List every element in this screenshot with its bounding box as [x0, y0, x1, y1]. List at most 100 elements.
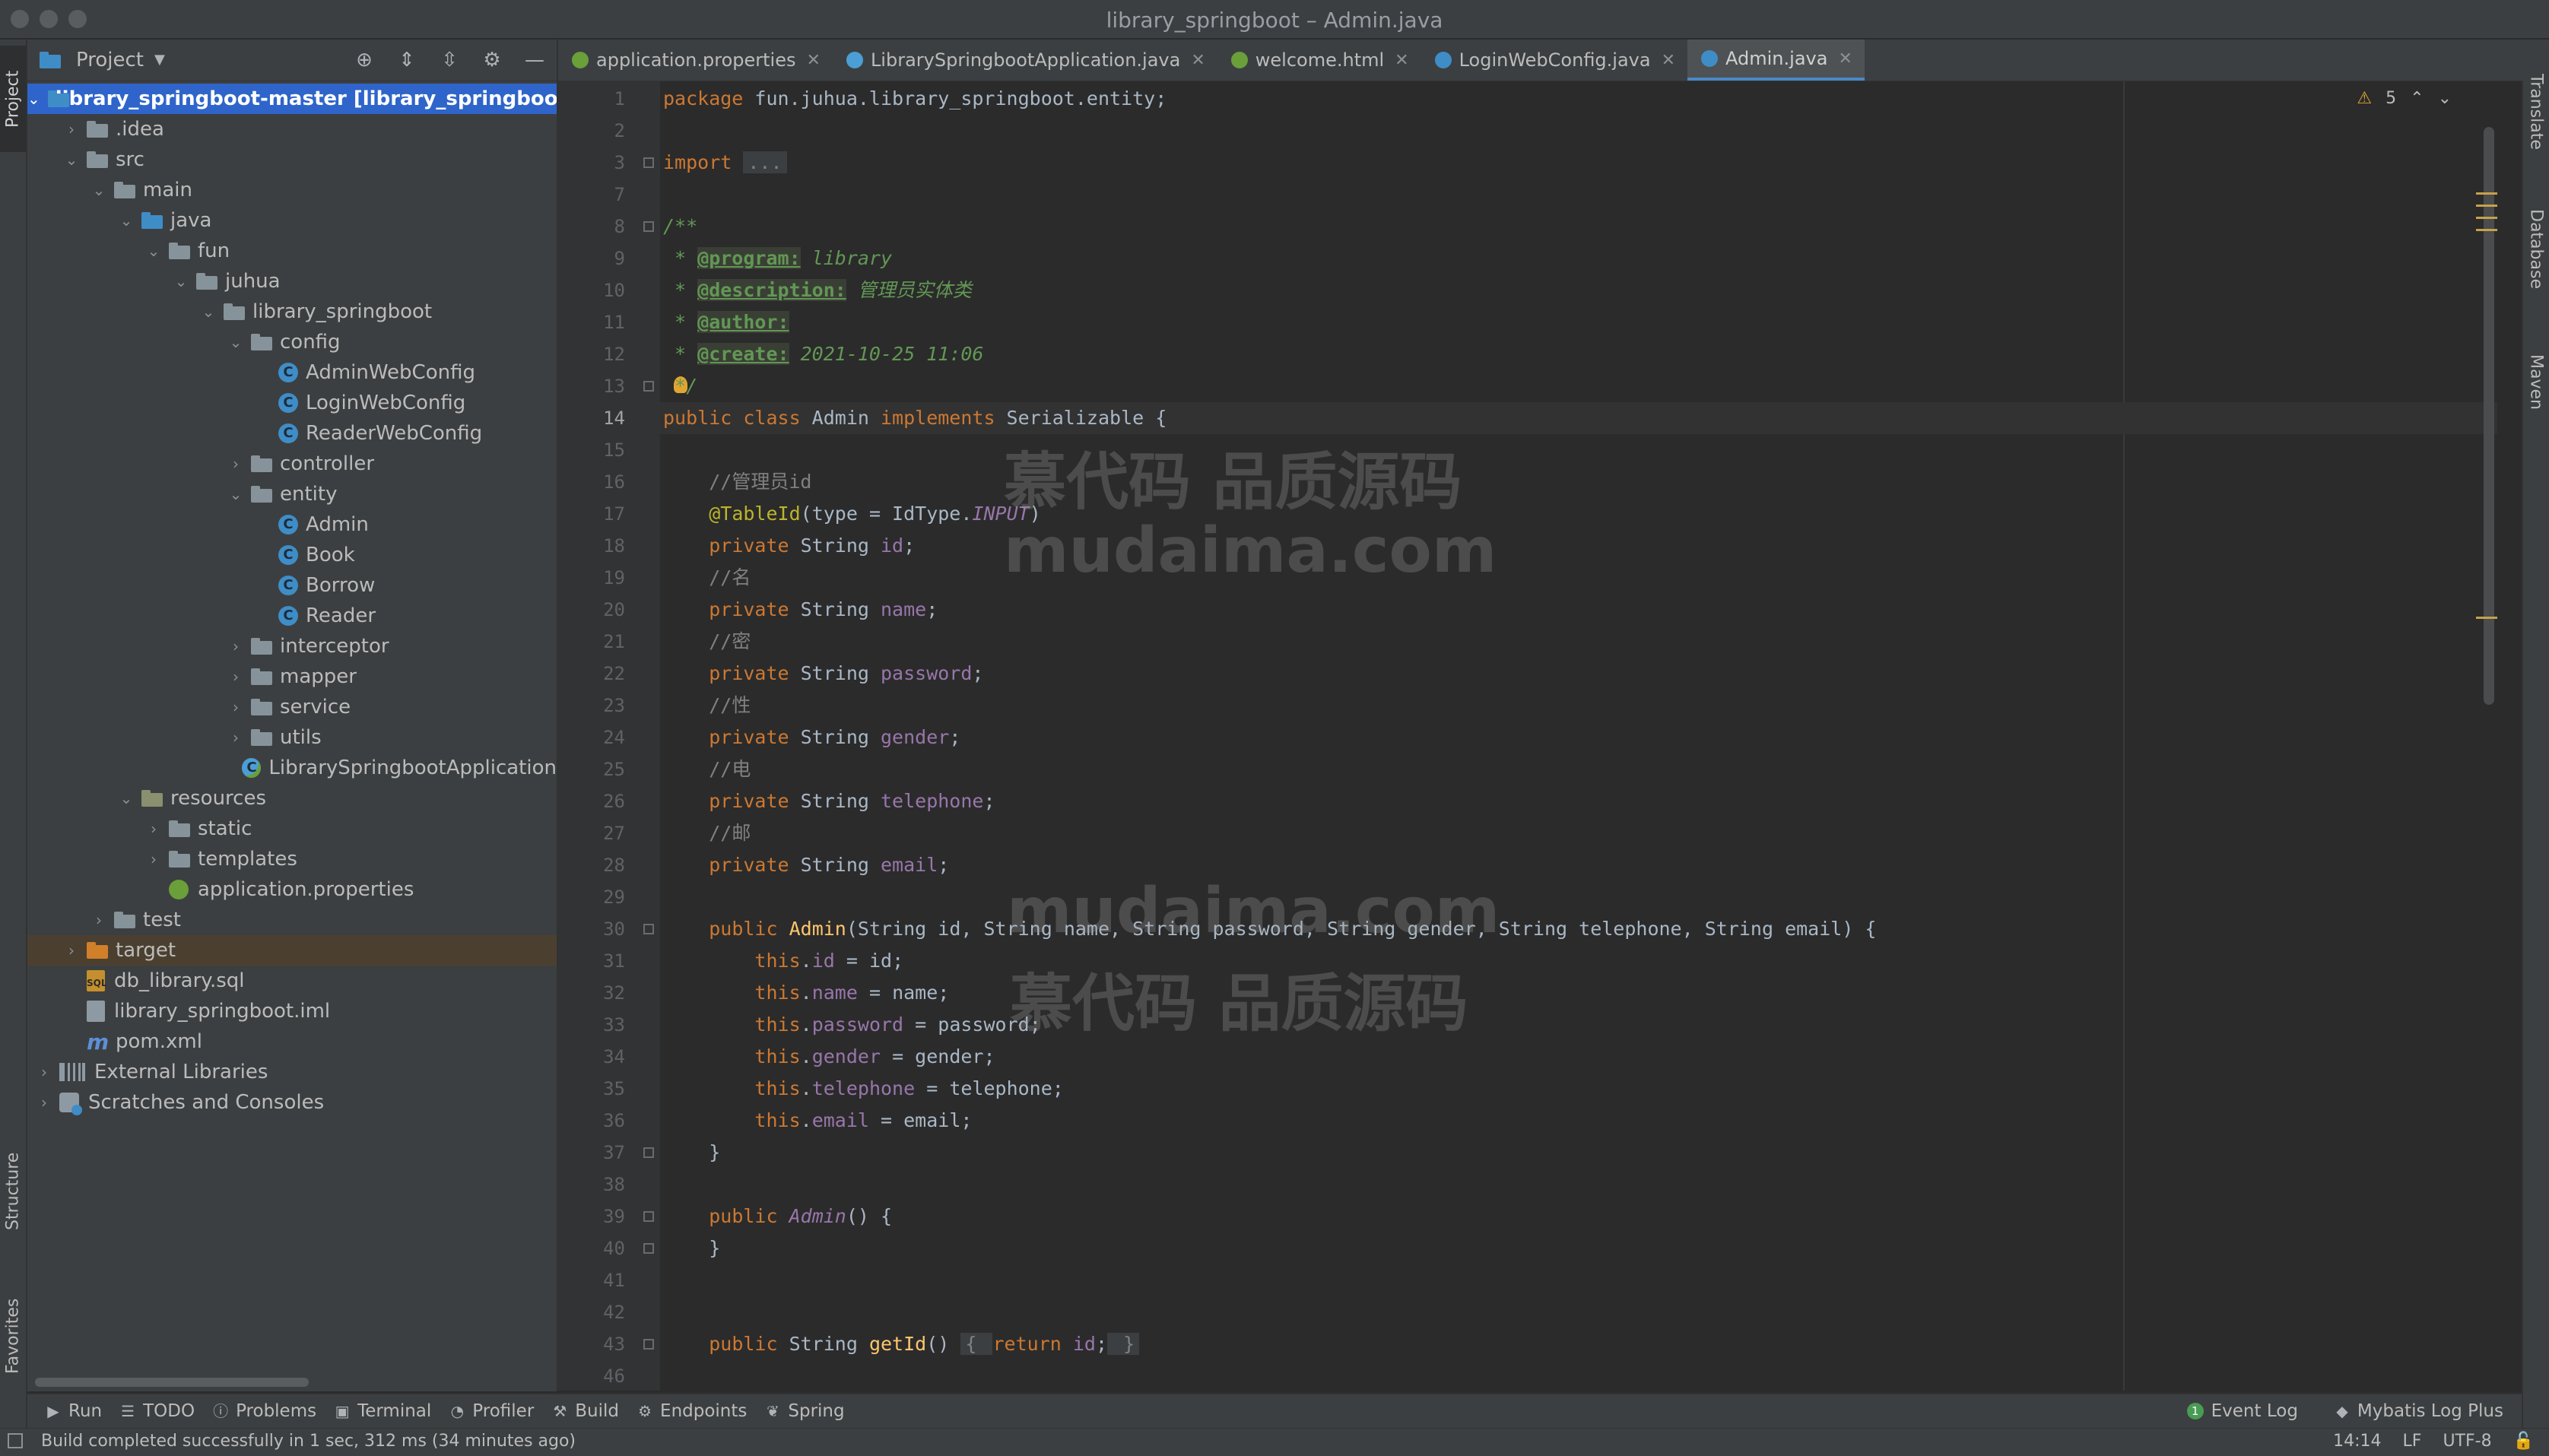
- favorites-tool-tab[interactable]: Favorites: [0, 1279, 26, 1393]
- tree-item[interactable]: SQL db_library.sql: [27, 966, 557, 996]
- tree-item[interactable]: ⌄ fun: [27, 236, 557, 266]
- line-number[interactable]: 43: [558, 1328, 625, 1360]
- fold-marker-icon[interactable]: [643, 381, 654, 392]
- chevron-down-icon[interactable]: ⌄: [64, 152, 79, 167]
- fold-marker-icon[interactable]: [643, 1243, 654, 1254]
- line-number[interactable]: 9: [558, 243, 625, 274]
- chevron-right-icon[interactable]: ›: [37, 1095, 52, 1110]
- code-line[interactable]: public class Admin implements Serializab…: [663, 402, 1167, 434]
- project-horizontal-scrollbar[interactable]: [35, 1378, 309, 1387]
- error-stripe-mark[interactable]: [2476, 192, 2497, 195]
- tree-item[interactable]: C AdminWebConfig: [27, 357, 557, 388]
- line-number[interactable]: 28: [558, 849, 625, 881]
- line-number[interactable]: 33: [558, 1009, 625, 1041]
- tree-item[interactable]: › static: [27, 814, 557, 844]
- tree-item[interactable]: ⌄ library_springboot-master [library_spri…: [27, 84, 557, 114]
- line-number[interactable]: 26: [558, 785, 625, 817]
- fold-marker-icon[interactable]: [643, 1211, 654, 1222]
- line-number[interactable]: 8: [558, 211, 625, 243]
- chevron-right-icon[interactable]: ›: [64, 122, 79, 137]
- tree-item[interactable]: › templates: [27, 844, 557, 874]
- line-number[interactable]: 40: [558, 1232, 625, 1264]
- chevron-right-icon[interactable]: ›: [146, 852, 161, 867]
- code-line[interactable]: this.gender = gender;: [663, 1041, 995, 1073]
- chevron-down-icon[interactable]: ⌄: [91, 182, 106, 198]
- error-stripe-mark[interactable]: [2476, 205, 2497, 207]
- tree-item[interactable]: ⌄ resources: [27, 783, 557, 814]
- tree-item[interactable]: C Admin: [27, 509, 557, 540]
- line-number[interactable]: 12: [558, 338, 625, 370]
- editor-tab[interactable]: application.properties ✕: [558, 40, 833, 81]
- file-encoding[interactable]: UTF-8: [2443, 1432, 2491, 1451]
- tree-item[interactable]: › utils: [27, 722, 557, 753]
- line-number[interactable]: 39: [558, 1201, 625, 1232]
- line-number[interactable]: 7: [558, 179, 625, 211]
- line-number[interactable]: 32: [558, 977, 625, 1009]
- tree-item[interactable]: ⌄ juhua: [27, 266, 557, 297]
- close-tab-icon[interactable]: ✕: [1838, 49, 1852, 68]
- chevron-down-icon[interactable]: ⌄: [146, 243, 161, 259]
- line-number[interactable]: 2: [558, 115, 625, 147]
- code-line[interactable]: package fun.juhua.library_springboot.ent…: [663, 83, 1167, 115]
- tree-item[interactable]: › .idea: [27, 114, 557, 144]
- line-number[interactable]: 14: [558, 402, 625, 434]
- code-line[interactable]: //邮: [663, 817, 751, 849]
- line-number[interactable]: 16: [558, 466, 625, 498]
- chevron-down-icon[interactable]: ⌄: [119, 213, 134, 228]
- tree-item[interactable]: C Book: [27, 540, 557, 570]
- tree-item[interactable]: › target: [27, 935, 557, 966]
- tree-item[interactable]: C LibrarySpringbootApplication: [27, 753, 557, 783]
- tree-item[interactable]: ⌄ java: [27, 205, 557, 236]
- line-number[interactable]: 42: [558, 1296, 625, 1328]
- fold-marker-icon[interactable]: [643, 1339, 654, 1350]
- line-number[interactable]: 25: [558, 753, 625, 785]
- tool-window-button[interactable]: ◔ Profiler: [449, 1401, 535, 1421]
- line-number[interactable]: 15: [558, 434, 625, 466]
- status-panel-icon[interactable]: [8, 1433, 23, 1448]
- inspection-widget[interactable]: ⚠ 5 ⌃ ⌄: [2357, 89, 2452, 108]
- line-number[interactable]: 11: [558, 306, 625, 338]
- code-line[interactable]: private String id;: [663, 530, 915, 562]
- expand-all-icon[interactable]: ⇕: [395, 49, 418, 71]
- code-line[interactable]: private String telephone;: [663, 785, 995, 817]
- close-tab-icon[interactable]: ✕: [1662, 51, 1675, 70]
- tree-item[interactable]: C Reader: [27, 601, 557, 631]
- chevron-right-icon[interactable]: ›: [228, 456, 243, 471]
- error-stripe-mark[interactable]: [2476, 617, 2497, 619]
- code-line[interactable]: @TableId(type = IdType.INPUT): [663, 498, 1041, 530]
- line-number[interactable]: 10: [558, 274, 625, 306]
- code-line[interactable]: //性: [663, 690, 751, 722]
- chevron-down-icon[interactable]: ⌄: [228, 335, 243, 350]
- chevron-right-icon[interactable]: ›: [37, 1064, 52, 1080]
- chevron-right-icon[interactable]: ›: [228, 699, 243, 715]
- tool-window-button[interactable]: ⚙ Endpoints: [637, 1401, 747, 1421]
- code-line[interactable]: this.name = name;: [663, 977, 949, 1009]
- line-number[interactable]: 31: [558, 945, 625, 977]
- code-line[interactable]: private String gender;: [663, 722, 960, 753]
- tree-item[interactable]: application.properties: [27, 874, 557, 905]
- line-number[interactable]: 38: [558, 1169, 625, 1201]
- close-tab-icon[interactable]: ✕: [1395, 51, 1408, 70]
- caret-position[interactable]: 14:14: [2333, 1432, 2381, 1451]
- fold-marker-icon[interactable]: [643, 157, 654, 168]
- chevron-down-icon[interactable]: ⌄: [119, 791, 134, 806]
- tree-item[interactable]: › interceptor: [27, 631, 557, 661]
- maven-tool-tab[interactable]: Maven: [2523, 328, 2549, 435]
- project-tool-tab[interactable]: Project: [0, 46, 26, 152]
- editor-tab[interactable]: LoginWebConfig.java ✕: [1421, 40, 1687, 81]
- chevron-down-icon[interactable]: ⌄: [228, 487, 243, 502]
- code-line[interactable]: private String name;: [663, 594, 938, 626]
- code-line[interactable]: public Admin() {: [663, 1201, 892, 1232]
- code-line[interactable]: * @create: 2021-10-25 11:06: [663, 338, 983, 370]
- line-number[interactable]: 21: [558, 626, 625, 658]
- line-number[interactable]: 3: [558, 147, 625, 179]
- collapse-all-icon[interactable]: ⇳: [438, 49, 461, 71]
- tree-item[interactable]: ⌄ config: [27, 327, 557, 357]
- line-number[interactable]: 29: [558, 881, 625, 913]
- line-number[interactable]: 27: [558, 817, 625, 849]
- editor-tab[interactable]: Admin.java ✕: [1687, 40, 1865, 81]
- code-line[interactable]: //管理员id: [663, 466, 811, 498]
- fold-marker-icon[interactable]: [643, 924, 654, 934]
- chevron-right-icon[interactable]: ›: [228, 639, 243, 654]
- tree-item[interactable]: C ReaderWebConfig: [27, 418, 557, 449]
